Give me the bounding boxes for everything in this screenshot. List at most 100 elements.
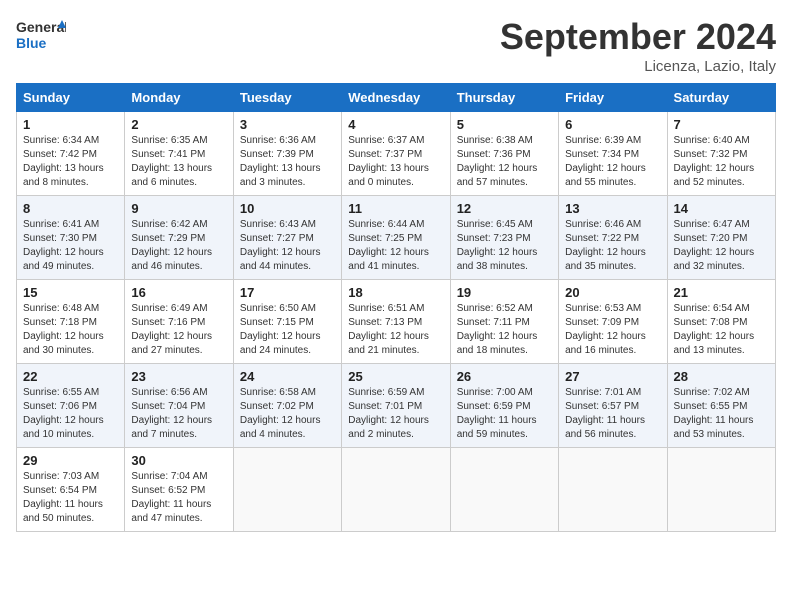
day-info: Sunrise: 6:37 AM Sunset: 7:37 PM Dayligh… bbox=[348, 134, 443, 190]
day-number: 15 bbox=[23, 285, 118, 300]
day-number: 3 bbox=[240, 117, 335, 132]
day-number: 14 bbox=[674, 201, 769, 216]
day-number: 19 bbox=[457, 285, 552, 300]
calendar-week-row: 29 Sunrise: 7:03 AM Sunset: 6:54 PM Dayli… bbox=[17, 448, 776, 532]
day-info: Sunrise: 6:52 AM Sunset: 7:11 PM Dayligh… bbox=[457, 302, 552, 358]
day-info: Sunrise: 6:48 AM Sunset: 7:18 PM Dayligh… bbox=[23, 302, 118, 358]
day-info: Sunrise: 7:00 AM Sunset: 6:59 PM Dayligh… bbox=[457, 386, 552, 442]
calendar-cell: 30 Sunrise: 7:04 AM Sunset: 6:52 PM Dayli… bbox=[125, 448, 233, 532]
weekday-monday: Monday bbox=[125, 84, 233, 112]
calendar-cell bbox=[342, 448, 450, 532]
calendar-week-row: 8 Sunrise: 6:41 AM Sunset: 7:30 PM Daylig… bbox=[17, 196, 776, 280]
day-number: 7 bbox=[674, 117, 769, 132]
calendar-cell: 23 Sunrise: 6:56 AM Sunset: 7:04 PM Dayli… bbox=[125, 364, 233, 448]
calendar-table: SundayMondayTuesdayWednesdayThursdayFrid… bbox=[16, 83, 776, 532]
day-info: Sunrise: 6:56 AM Sunset: 7:04 PM Dayligh… bbox=[131, 386, 226, 442]
calendar-cell: 3 Sunrise: 6:36 AM Sunset: 7:39 PM Daylig… bbox=[233, 112, 341, 196]
day-info: Sunrise: 6:34 AM Sunset: 7:42 PM Dayligh… bbox=[23, 134, 118, 190]
weekday-saturday: Saturday bbox=[667, 84, 775, 112]
day-number: 29 bbox=[23, 453, 118, 468]
day-number: 23 bbox=[131, 369, 226, 384]
location-title: Licenza, Lazio, Italy bbox=[500, 58, 776, 75]
day-number: 24 bbox=[240, 369, 335, 384]
calendar-cell: 17Sunrise: 6:50 AM Sunset: 7:15 PM Dayli… bbox=[233, 280, 341, 364]
day-number: 28 bbox=[674, 369, 769, 384]
calendar-cell: 8 Sunrise: 6:41 AM Sunset: 7:30 PM Daylig… bbox=[17, 196, 125, 280]
day-number: 8 bbox=[23, 201, 118, 216]
day-number: 10 bbox=[240, 201, 335, 216]
day-number: 18 bbox=[348, 285, 443, 300]
calendar-week-row: 1 Sunrise: 6:34 AM Sunset: 7:42 PM Daylig… bbox=[17, 112, 776, 196]
calendar-cell: 5Sunrise: 6:38 AM Sunset: 7:36 PM Daylig… bbox=[450, 112, 558, 196]
day-number: 2 bbox=[131, 117, 226, 132]
calendar-cell: 2 Sunrise: 6:35 AM Sunset: 7:41 PM Daylig… bbox=[125, 112, 233, 196]
calendar-cell: 16Sunrise: 6:49 AM Sunset: 7:16 PM Dayli… bbox=[125, 280, 233, 364]
title-block: September 2024 Licenza, Lazio, Italy bbox=[500, 16, 776, 75]
day-info: Sunrise: 6:45 AM Sunset: 7:23 PM Dayligh… bbox=[457, 218, 552, 274]
calendar-cell: 24 Sunrise: 6:58 AM Sunset: 7:02 PM Dayli… bbox=[233, 364, 341, 448]
calendar-cell: 14 Sunrise: 6:47 AM Sunset: 7:20 PM Dayli… bbox=[667, 196, 775, 280]
day-number: 26 bbox=[457, 369, 552, 384]
day-number: 1 bbox=[23, 117, 118, 132]
day-number: 21 bbox=[674, 285, 769, 300]
weekday-thursday: Thursday bbox=[450, 84, 558, 112]
calendar-cell: 22 Sunrise: 6:55 AM Sunset: 7:06 PM Dayli… bbox=[17, 364, 125, 448]
day-info: Sunrise: 6:38 AM Sunset: 7:36 PM Dayligh… bbox=[457, 134, 552, 190]
calendar-cell: 7Sunrise: 6:40 AM Sunset: 7:32 PM Daylig… bbox=[667, 112, 775, 196]
day-info: Sunrise: 6:36 AM Sunset: 7:39 PM Dayligh… bbox=[240, 134, 335, 190]
calendar-cell: 27Sunrise: 7:01 AM Sunset: 6:57 PM Dayli… bbox=[559, 364, 667, 448]
calendar-cell: 26 Sunrise: 7:00 AM Sunset: 6:59 PM Dayli… bbox=[450, 364, 558, 448]
day-info: Sunrise: 6:41 AM Sunset: 7:30 PM Dayligh… bbox=[23, 218, 118, 274]
day-number: 11 bbox=[348, 201, 443, 216]
weekday-friday: Friday bbox=[559, 84, 667, 112]
day-info: Sunrise: 7:03 AM Sunset: 6:54 PM Dayligh… bbox=[23, 470, 118, 526]
calendar-cell: 6 Sunrise: 6:39 AM Sunset: 7:34 PM Daylig… bbox=[559, 112, 667, 196]
calendar-cell bbox=[559, 448, 667, 532]
day-number: 22 bbox=[23, 369, 118, 384]
day-info: Sunrise: 6:35 AM Sunset: 7:41 PM Dayligh… bbox=[131, 134, 226, 190]
calendar-cell: 15 Sunrise: 6:48 AM Sunset: 7:18 PM Dayli… bbox=[17, 280, 125, 364]
weekday-tuesday: Tuesday bbox=[233, 84, 341, 112]
calendar-cell: 18Sunrise: 6:51 AM Sunset: 7:13 PM Dayli… bbox=[342, 280, 450, 364]
day-number: 17 bbox=[240, 285, 335, 300]
day-number: 4 bbox=[348, 117, 443, 132]
day-number: 6 bbox=[565, 117, 660, 132]
calendar-cell: 20Sunrise: 6:53 AM Sunset: 7:09 PM Dayli… bbox=[559, 280, 667, 364]
day-info: Sunrise: 6:47 AM Sunset: 7:20 PM Dayligh… bbox=[674, 218, 769, 274]
calendar-week-row: 15 Sunrise: 6:48 AM Sunset: 7:18 PM Dayli… bbox=[17, 280, 776, 364]
calendar-cell bbox=[233, 448, 341, 532]
calendar-cell: 10Sunrise: 6:43 AM Sunset: 7:27 PM Dayli… bbox=[233, 196, 341, 280]
day-info: Sunrise: 6:46 AM Sunset: 7:22 PM Dayligh… bbox=[565, 218, 660, 274]
svg-text:Blue: Blue bbox=[16, 35, 47, 51]
calendar-cell: 4 Sunrise: 6:37 AM Sunset: 7:37 PM Daylig… bbox=[342, 112, 450, 196]
logo-svg: General Blue bbox=[16, 16, 66, 58]
calendar-cell: 28 Sunrise: 7:02 AM Sunset: 6:55 PM Dayli… bbox=[667, 364, 775, 448]
page-header: General Blue September 2024 Licenza, Laz… bbox=[16, 16, 776, 75]
day-info: Sunrise: 6:54 AM Sunset: 7:08 PM Dayligh… bbox=[674, 302, 769, 358]
calendar-cell: 1 Sunrise: 6:34 AM Sunset: 7:42 PM Daylig… bbox=[17, 112, 125, 196]
day-info: Sunrise: 6:39 AM Sunset: 7:34 PM Dayligh… bbox=[565, 134, 660, 190]
day-number: 25 bbox=[348, 369, 443, 384]
day-info: Sunrise: 6:42 AM Sunset: 7:29 PM Dayligh… bbox=[131, 218, 226, 274]
day-number: 27 bbox=[565, 369, 660, 384]
day-info: Sunrise: 6:58 AM Sunset: 7:02 PM Dayligh… bbox=[240, 386, 335, 442]
calendar-cell: 21 Sunrise: 6:54 AM Sunset: 7:08 PM Dayli… bbox=[667, 280, 775, 364]
calendar-cell: 13 Sunrise: 6:46 AM Sunset: 7:22 PM Dayli… bbox=[559, 196, 667, 280]
day-info: Sunrise: 7:04 AM Sunset: 6:52 PM Dayligh… bbox=[131, 470, 226, 526]
day-number: 30 bbox=[131, 453, 226, 468]
weekday-wednesday: Wednesday bbox=[342, 84, 450, 112]
calendar-cell: 29 Sunrise: 7:03 AM Sunset: 6:54 PM Dayli… bbox=[17, 448, 125, 532]
day-number: 13 bbox=[565, 201, 660, 216]
calendar-cell: 11Sunrise: 6:44 AM Sunset: 7:25 PM Dayli… bbox=[342, 196, 450, 280]
weekday-sunday: Sunday bbox=[17, 84, 125, 112]
day-info: Sunrise: 6:53 AM Sunset: 7:09 PM Dayligh… bbox=[565, 302, 660, 358]
day-number: 9 bbox=[131, 201, 226, 216]
day-number: 16 bbox=[131, 285, 226, 300]
day-info: Sunrise: 7:02 AM Sunset: 6:55 PM Dayligh… bbox=[674, 386, 769, 442]
day-info: Sunrise: 6:59 AM Sunset: 7:01 PM Dayligh… bbox=[348, 386, 443, 442]
calendar-cell: 12Sunrise: 6:45 AM Sunset: 7:23 PM Dayli… bbox=[450, 196, 558, 280]
day-info: Sunrise: 6:55 AM Sunset: 7:06 PM Dayligh… bbox=[23, 386, 118, 442]
calendar-cell: 25 Sunrise: 6:59 AM Sunset: 7:01 PM Dayli… bbox=[342, 364, 450, 448]
calendar-cell bbox=[667, 448, 775, 532]
month-title: September 2024 bbox=[500, 16, 776, 58]
